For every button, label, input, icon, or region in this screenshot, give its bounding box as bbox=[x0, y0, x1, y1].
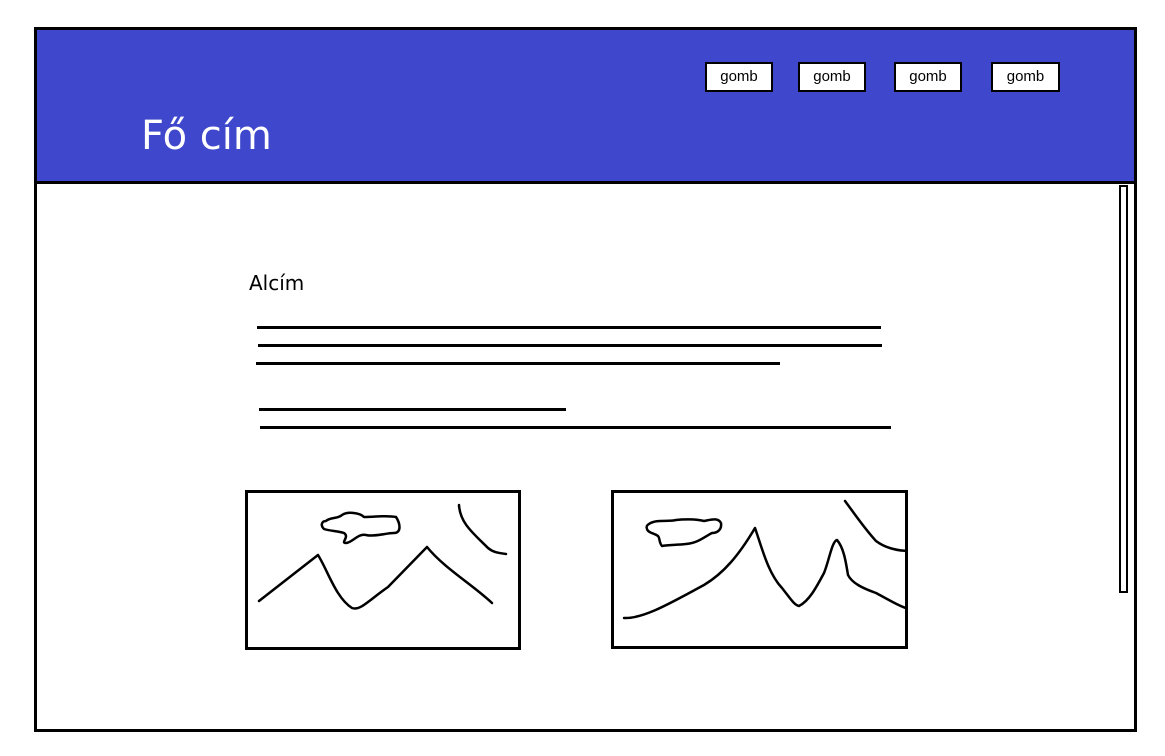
site-header: Fő cím gomb gomb gomb gomb bbox=[37, 30, 1134, 184]
vertical-scrollbar[interactable] bbox=[1119, 185, 1128, 593]
text-placeholder-line bbox=[260, 426, 891, 429]
nav-button-4[interactable]: gomb bbox=[991, 62, 1060, 92]
image-placeholder-1 bbox=[245, 490, 521, 650]
mountain-landscape-icon bbox=[257, 503, 508, 610]
text-placeholder-line bbox=[258, 344, 882, 347]
browser-window: Fő cím gomb gomb gomb gomb Alcím bbox=[34, 27, 1137, 732]
nav-button-2[interactable]: gomb bbox=[798, 62, 866, 92]
image-placeholder-2 bbox=[611, 490, 908, 649]
text-placeholder-line bbox=[259, 408, 566, 411]
subtitle: Alcím bbox=[249, 271, 305, 295]
mountain-landscape-icon bbox=[622, 499, 905, 620]
page-title: Fő cím bbox=[141, 113, 272, 159]
nav-button-3[interactable]: gomb bbox=[894, 62, 962, 92]
text-placeholder-line bbox=[256, 362, 780, 365]
nav-button-1[interactable]: gomb bbox=[705, 62, 773, 92]
text-placeholder-line bbox=[257, 326, 881, 329]
